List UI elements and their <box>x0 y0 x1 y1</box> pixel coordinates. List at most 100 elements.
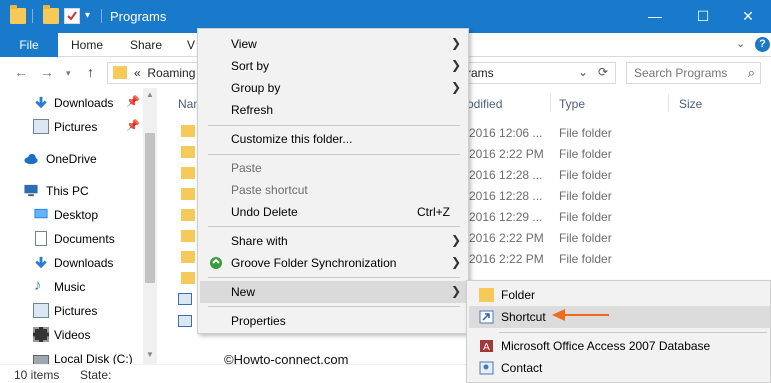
menu-item-share-with[interactable]: Share with ❯ <box>200 230 466 252</box>
nav-label: Documents <box>54 232 115 246</box>
menu-item-properties[interactable]: Properties <box>200 310 466 332</box>
back-arrow-icon[interactable]: ← <box>14 64 28 80</box>
nav-item-onedrive[interactable]: OneDrive <box>0 148 145 170</box>
nav-item-music[interactable]: ♪ Music <box>0 276 145 298</box>
watermark: ©Howto-connect.com <box>224 352 349 367</box>
menu-item-label: Properties <box>231 314 286 328</box>
column-divider[interactable] <box>550 94 551 112</box>
menu-item-new[interactable]: New ❯ <box>200 281 466 303</box>
cell-type: File folder <box>559 168 612 182</box>
computer-icon <box>24 184 38 197</box>
pin-icon[interactable]: 📌 <box>126 119 140 132</box>
nav-label: Pictures <box>54 304 98 318</box>
scroll-down-icon[interactable]: ▼ <box>146 350 154 359</box>
menu-item-label: Customize this folder... <box>231 132 353 146</box>
folder-icon <box>181 209 195 221</box>
refresh-icon[interactable]: ⟳ <box>598 65 608 79</box>
nav-label: Downloads <box>54 96 114 110</box>
menu-item-groove-sync[interactable]: Groove Folder Synchronization ❯ <box>200 252 466 274</box>
folder-icon <box>181 167 195 179</box>
scroll-thumb[interactable] <box>145 133 155 283</box>
folder-icon <box>181 146 195 158</box>
nav-item-videos[interactable]: Videos <box>0 324 145 346</box>
nav-item-documents[interactable]: Documents <box>0 228 145 250</box>
cell-modified: 2016 12:28 ... <box>469 189 543 203</box>
videos-icon <box>33 327 49 342</box>
nav-scrollbar[interactable]: ▲ ▼ <box>143 88 157 364</box>
address-crumb[interactable]: rams <box>467 66 494 80</box>
new-folder-quick-icon[interactable] <box>43 5 59 24</box>
column-divider[interactable] <box>668 94 669 112</box>
cell-modified: 2016 2:22 PM <box>469 231 544 245</box>
chevron-right-icon: ❯ <box>451 58 462 72</box>
nav-item-pictures[interactable]: Pictures 📌 <box>0 116 145 138</box>
pin-icon[interactable]: 📌 <box>126 95 140 108</box>
tab-view[interactable]: V <box>187 38 195 52</box>
submenu-item-shortcut[interactable]: Shortcut <box>469 306 770 328</box>
nav-label: Music <box>54 280 86 294</box>
menu-item-paste-shortcut: Paste shortcut <box>200 179 466 201</box>
recent-locations-icon[interactable]: ▾ <box>66 68 71 79</box>
properties-quick-icon[interactable] <box>64 8 80 24</box>
cell-type: File folder <box>559 210 612 224</box>
customize-toolbar-icon[interactable]: ▾ <box>85 10 101 26</box>
pictures-icon <box>33 303 49 318</box>
documents-icon <box>35 231 47 246</box>
menu-item-label: Paste shortcut <box>231 183 308 197</box>
chevron-right-icon: ❯ <box>451 233 462 247</box>
menu-item-sort-by[interactable]: Sort by ❯ <box>200 55 466 77</box>
nav-item-pictures-2[interactable]: Pictures <box>0 300 145 322</box>
close-button[interactable]: ✕ <box>725 0 771 33</box>
menu-item-refresh[interactable]: Refresh <box>200 99 466 121</box>
chevron-right-icon: ❯ <box>451 284 462 298</box>
nav-label: Videos <box>54 328 91 342</box>
folder-icon <box>113 66 127 79</box>
column-header-size[interactable]: Size <box>679 97 702 111</box>
tab-home[interactable]: Home <box>71 38 103 52</box>
context-menu: View ❯ Sort by ❯ Group by ❯ Refresh Cust… <box>197 28 469 334</box>
address-chevron[interactable]: « Roaming <box>134 66 195 80</box>
help-icon[interactable]: ? <box>755 37 770 52</box>
menu-item-group-by[interactable]: Group by ❯ <box>200 77 466 99</box>
nav-item-downloads-2[interactable]: Downloads <box>0 252 145 274</box>
tab-file[interactable]: File <box>0 33 58 57</box>
submenu-item-label: Contact <box>501 361 543 375</box>
column-header-type[interactable]: Type <box>559 97 585 111</box>
menu-item-paste: Paste <box>200 157 466 179</box>
submenu-item-contact[interactable]: Contact <box>469 357 770 379</box>
menu-item-label: Refresh <box>231 103 274 117</box>
cell-modified: 2016 12:06 ... <box>469 126 543 140</box>
menu-separator <box>208 125 460 126</box>
scroll-up-icon[interactable]: ▲ <box>146 90 154 99</box>
up-arrow-icon[interactable]: ↑ <box>87 64 94 80</box>
column-header-modified[interactable]: odified <box>467 97 502 111</box>
nav-item-this-pc[interactable]: This PC <box>0 180 145 202</box>
search-input[interactable]: Search Programs <box>634 66 727 80</box>
menu-item-customize-folder[interactable]: Customize this folder... <box>200 128 466 150</box>
search-box[interactable]: Search Programs ⌕ <box>626 62 761 84</box>
cell-type: File folder <box>559 231 612 245</box>
submenu-item-folder[interactable]: Folder <box>469 284 770 306</box>
submenu-item-access-database[interactable]: A Microsoft Office Access 2007 Database <box>469 335 770 357</box>
address-dropdown-icon[interactable]: ⌄ <box>578 65 588 79</box>
submenu-item-label: Folder <box>501 288 536 302</box>
menu-item-label: Paste <box>231 161 262 175</box>
cloud-icon <box>24 153 38 165</box>
status-state: State: <box>80 368 112 382</box>
menu-separator <box>208 226 460 227</box>
cell-modified: 2016 2:22 PM <box>469 147 544 161</box>
folder-icon <box>479 288 494 302</box>
menu-item-view[interactable]: View ❯ <box>200 33 466 55</box>
nav-item-downloads[interactable]: Downloads 📌 <box>0 92 145 114</box>
expand-ribbon-icon[interactable]: ⌄ <box>736 37 745 50</box>
maximize-button[interactable]: ☐ <box>680 0 726 33</box>
minimize-button[interactable]: — <box>632 0 678 33</box>
tab-share[interactable]: Share <box>130 38 162 52</box>
nav-label: Downloads <box>54 256 114 270</box>
nav-item-desktop[interactable]: Desktop <box>0 204 145 226</box>
menu-item-undo-delete[interactable]: Undo Delete Ctrl+Z <box>200 201 466 223</box>
nav-label: Desktop <box>54 208 99 222</box>
forward-arrow-icon[interactable]: → <box>40 64 54 80</box>
groove-sync-icon <box>210 257 222 269</box>
cell-type: File folder <box>559 189 612 203</box>
